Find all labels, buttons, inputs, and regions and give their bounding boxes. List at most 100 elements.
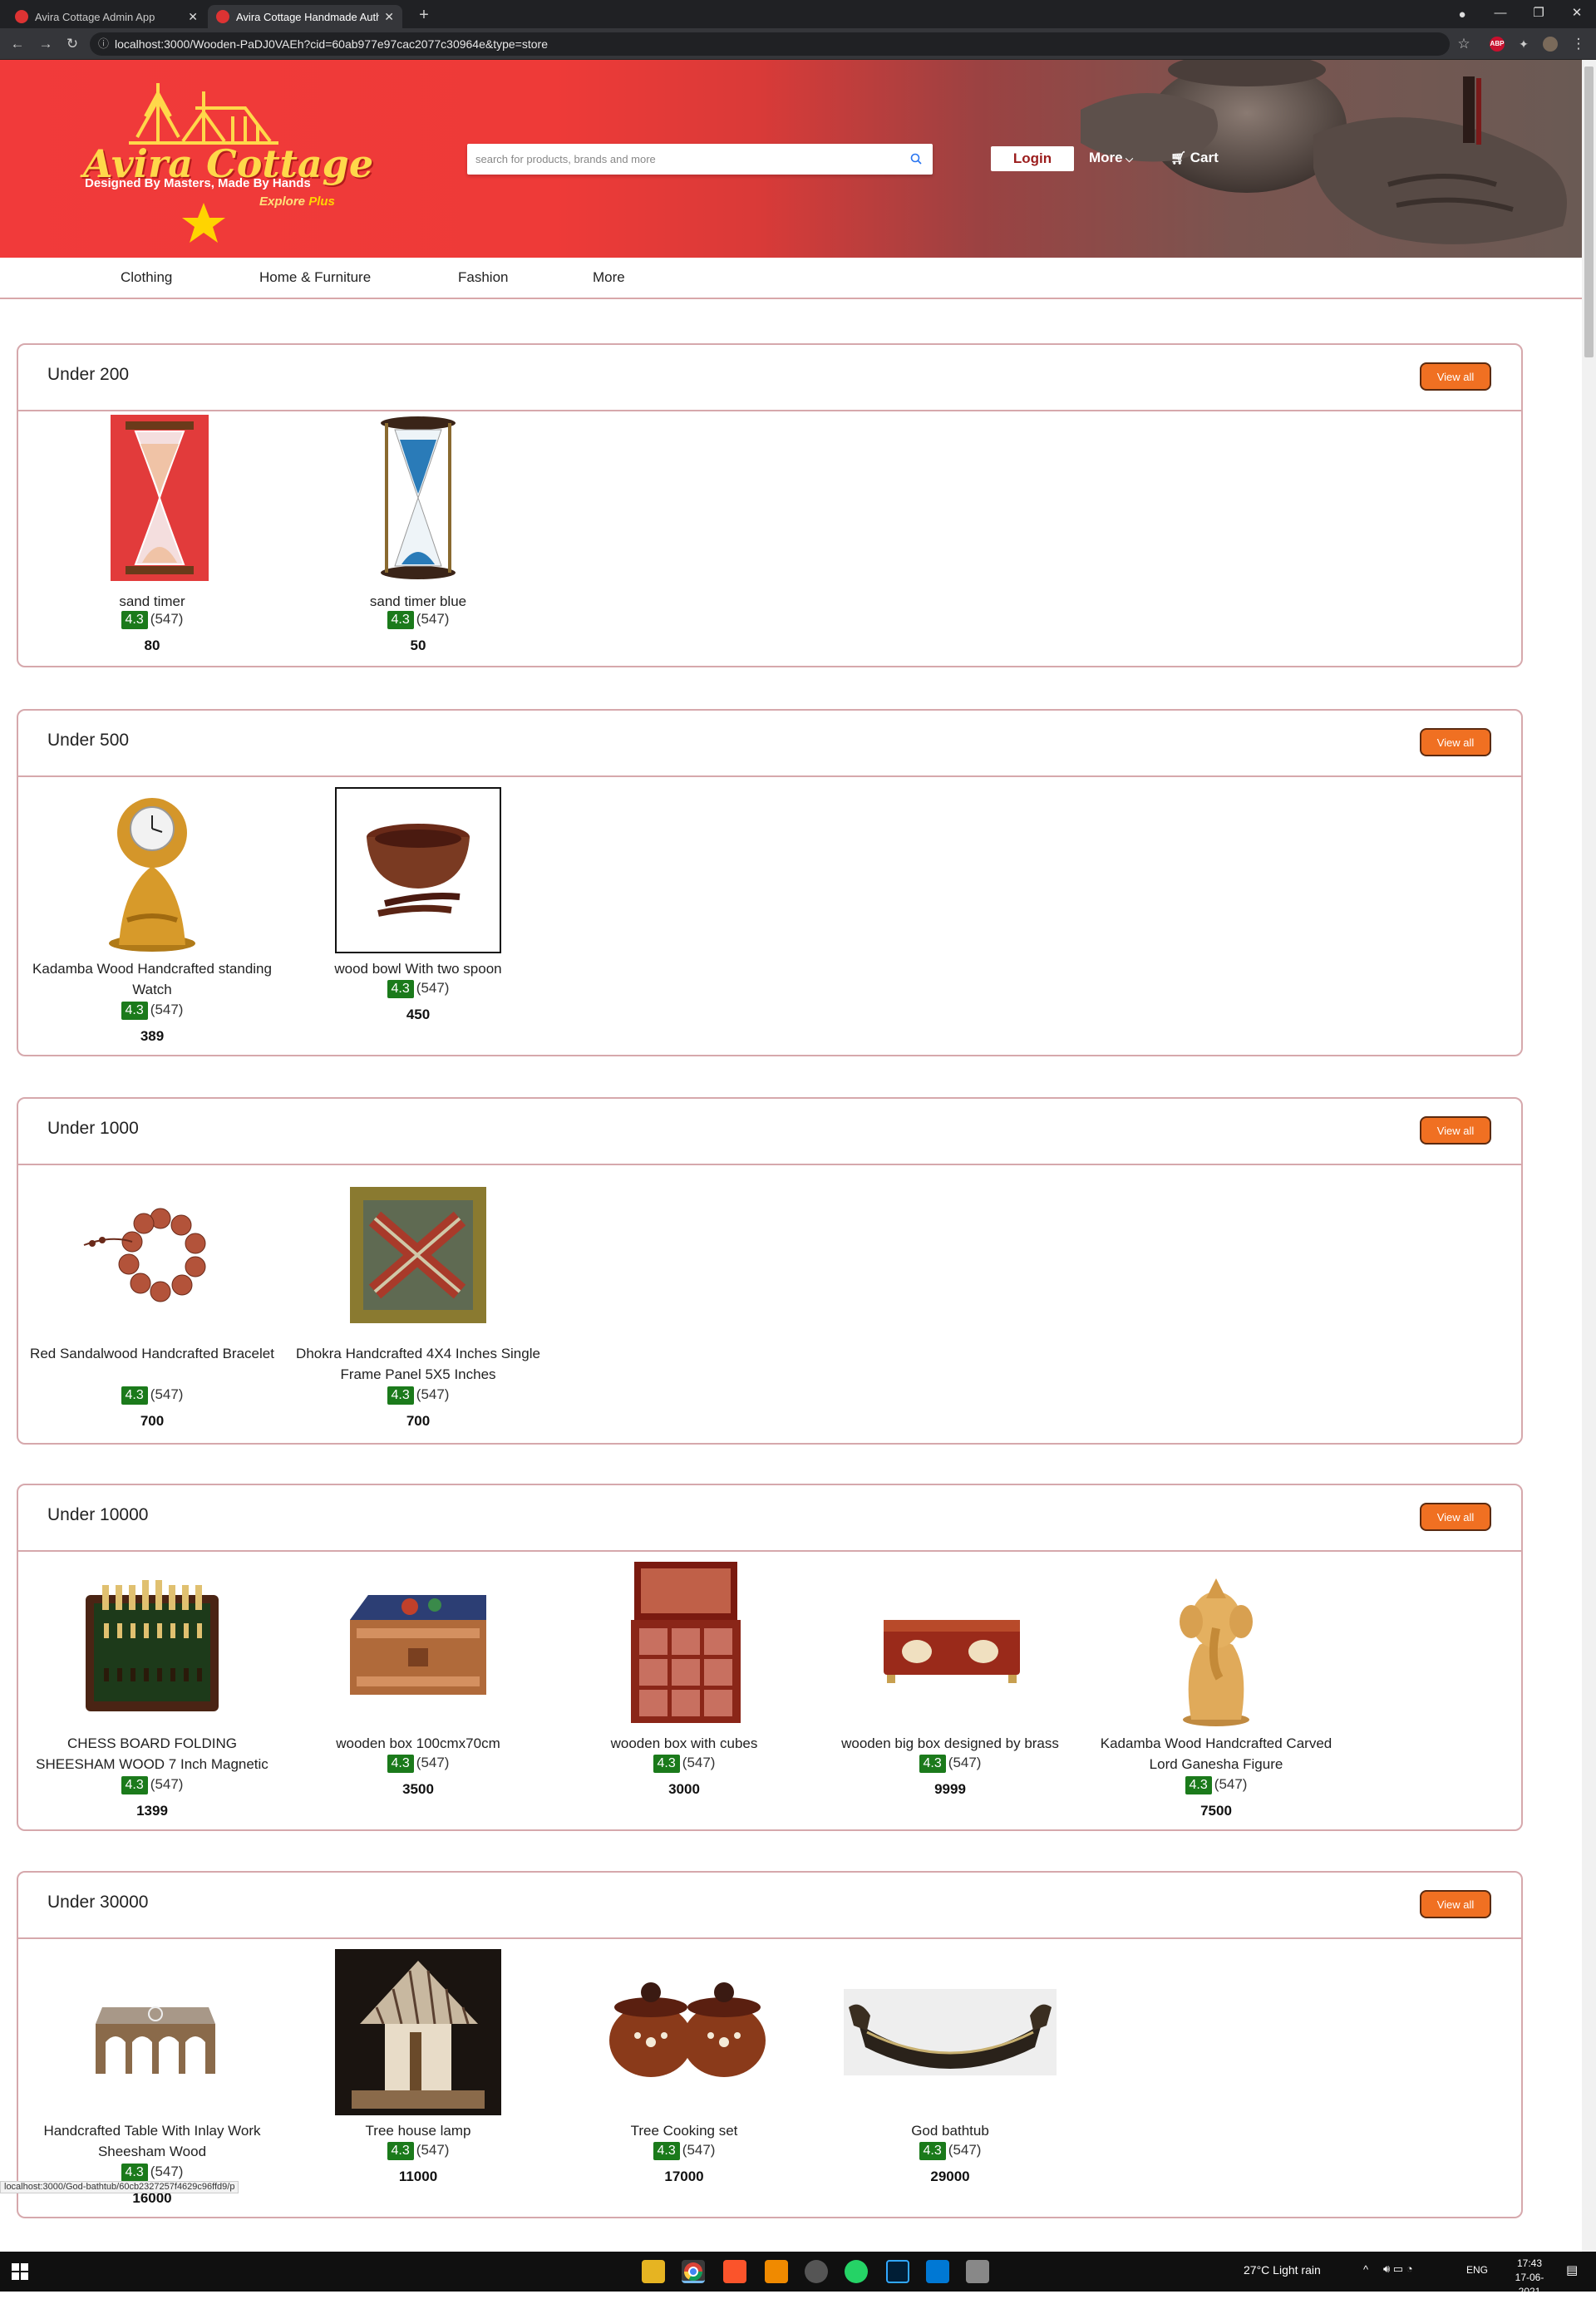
product-name[interactable]: Kadamba Wood Handcrafted standing Watch (27, 958, 277, 1000)
nav-home-furniture[interactable]: Home & Furniture (259, 269, 371, 286)
product-card[interactable]: Red Sandalwood Handcrafted Bracelet 4.3(… (27, 1185, 277, 1443)
product-image-brass-box[interactable] (867, 1562, 1033, 1728)
search-input[interactable] (467, 144, 899, 175)
explore-plus-link[interactable]: Explore Plus (259, 194, 335, 209)
photoshop-icon[interactable] (886, 2260, 909, 2283)
page-scrollbar[interactable] (1582, 60, 1596, 2252)
weather-widget[interactable]: 27°C Light rain (1244, 2263, 1321, 2277)
product-card[interactable]: CHESS BOARD FOLDING SHEESHAM WOOD 7 Inch… (27, 1562, 277, 1828)
windows-start-icon[interactable] (12, 2263, 28, 2280)
browser-menu-icon[interactable]: ⋮ (1569, 35, 1588, 53)
product-name[interactable]: Tree house lamp (293, 2120, 543, 2141)
product-name[interactable]: Handcrafted Table With Inlay Work Sheesh… (27, 2120, 277, 2162)
address-bar[interactable]: ⓘ localhost:3000/Wooden-PaDJ0VAEh?cid=60… (90, 32, 1450, 56)
view-all-button[interactable]: View all (1420, 1503, 1491, 1531)
extensions-puzzle-icon[interactable]: ✦ (1515, 35, 1533, 53)
product-name[interactable]: wood bowl With two spoon (293, 958, 543, 979)
new-tab-button[interactable]: + (414, 5, 434, 25)
tab-title: Avira Cottage Admin App (35, 10, 155, 23)
product-card[interactable]: sand timer blue 4.3 (547) 50 (293, 415, 543, 664)
tray-system-icons[interactable]: 🔊︎ ▭ ◔ (1383, 2262, 1413, 2276)
product-card[interactable]: wood bowl With two spoon 4.3 (547) 450 (293, 787, 543, 1053)
minimize-icon[interactable]: — (1481, 0, 1520, 28)
product-name[interactable]: Kadamba Wood Handcrafted Carved Lord Gan… (1091, 1733, 1341, 1775)
nav-fashion[interactable]: Fashion (458, 269, 508, 286)
product-name[interactable]: sand timer (27, 591, 277, 612)
vscode-icon[interactable] (926, 2260, 949, 2283)
site-info-icon[interactable]: ⓘ (98, 32, 109, 56)
product-card[interactable]: Tree house lamp 4.3 (547) 11000 (293, 1949, 543, 2215)
product-image-sandalwood-bracelet[interactable] (69, 1185, 235, 1327)
section-header: Under 1000 View all (18, 1099, 1521, 1165)
view-all-button[interactable]: View all (1420, 728, 1491, 756)
product-name[interactable]: wooden big box designed by brass (825, 1733, 1075, 1754)
product-image-box-with-cubes[interactable] (601, 1562, 767, 1728)
chrome-icon[interactable] (682, 2260, 705, 2283)
profile-avatar[interactable] (1543, 37, 1558, 52)
product-card[interactable]: wooden box 100cmx70cm 4.3 (547) 3500 (293, 1562, 543, 1828)
view-all-button[interactable]: View all (1420, 362, 1491, 391)
product-card[interactable]: wooden big box designed by brass 4.3 (547… (825, 1562, 1075, 1828)
input-language[interactable]: ENG (1466, 2264, 1488, 2276)
scrollbar-thumb[interactable] (1584, 66, 1594, 357)
product-card[interactable]: Handcrafted Table With Inlay Work Sheesh… (27, 1949, 277, 2215)
restore-icon[interactable]: ❐ (1520, 0, 1558, 28)
vlc-icon[interactable] (765, 2260, 788, 2283)
nav-more[interactable]: More (593, 269, 625, 286)
view-all-button[interactable]: View all (1420, 1116, 1491, 1145)
product-image-god-bathtub[interactable] (842, 1949, 1058, 2115)
cart-link[interactable]: 🛒︎ Cart (1170, 150, 1219, 166)
product-name[interactable]: God bathtub (825, 2120, 1075, 2141)
product-name[interactable]: wooden box with cubes (559, 1733, 809, 1754)
adblock-extension-icon[interactable]: ABP (1490, 37, 1505, 52)
product-image-chess-board[interactable] (69, 1562, 235, 1728)
system-clock[interactable]: 17:43 17-06-2021 (1505, 2257, 1554, 2299)
browser-tab-store[interactable]: Avira Cottage Handmade Authen ✕ (208, 5, 402, 28)
nav-clothing[interactable]: Clothing (121, 269, 172, 286)
product-name[interactable]: CHESS BOARD FOLDING SHEESHAM WOOD 7 Inch… (27, 1733, 277, 1775)
browser-tab-admin[interactable]: Avira Cottage Admin App ✕ (7, 5, 206, 28)
product-name[interactable]: Red Sandalwood Handcrafted Bracelet (27, 1343, 277, 1385)
product-image-tree-cooking-set[interactable] (601, 1949, 767, 2115)
forward-icon[interactable]: → (37, 35, 55, 53)
product-card[interactable]: Kadamba Wood Handcrafted Carved Lord Gan… (1091, 1562, 1341, 1828)
view-all-button[interactable]: View all (1420, 1890, 1491, 1918)
notifications-icon[interactable]: ▤ (1566, 2262, 1578, 2277)
product-name[interactable]: Tree Cooking set (559, 2120, 809, 2141)
product-image-dhokra-frame[interactable] (335, 1185, 501, 1327)
product-name[interactable]: Dhokra Handcrafted 4X4 Inches Single Fra… (293, 1343, 543, 1385)
close-window-icon[interactable]: ✕ (1558, 0, 1596, 28)
review-count: (547) (150, 2164, 184, 2179)
media-app-icon[interactable] (805, 2260, 828, 2283)
tray-chevron-icon[interactable]: ^ (1363, 2263, 1368, 2276)
product-card[interactable]: sand timer 4.3 (547) 80 (27, 415, 277, 664)
brave-browser-icon[interactable] (723, 2260, 746, 2283)
product-card[interactable]: wooden box with cubes 4.3 (547) 3000 (559, 1562, 809, 1828)
whatsapp-icon[interactable] (845, 2260, 868, 2283)
product-card[interactable]: Kadamba Wood Handcrafted standing Watch … (27, 787, 277, 1053)
product-card[interactable]: God bathtub 4.3 (547) 29000 (825, 1949, 1075, 2215)
search-icon[interactable] (909, 152, 923, 165)
dev-tool-icon[interactable] (966, 2260, 989, 2283)
product-image-sand-timer-blue[interactable] (335, 415, 501, 581)
reload-icon[interactable]: ↻ (63, 35, 81, 53)
product-image-wood-watch[interactable] (69, 787, 235, 953)
file-explorer-icon[interactable] (642, 2260, 665, 2283)
bookmark-star-icon[interactable]: ☆ (1455, 35, 1473, 53)
product-image-wood-bowl[interactable] (335, 787, 501, 953)
product-card[interactable]: Dhokra Handcrafted 4X4 Inches Single Fra… (293, 1185, 543, 1443)
product-image-ganesha-figure[interactable] (1133, 1562, 1299, 1728)
close-tab-icon[interactable]: ✕ (384, 10, 394, 24)
product-image-inlay-table[interactable] (69, 1949, 235, 2115)
login-button[interactable]: Login (991, 146, 1074, 171)
product-card[interactable]: Tree Cooking set 4.3 (547) 17000 (559, 1949, 809, 2215)
more-dropdown[interactable]: More ⌵ (1089, 150, 1133, 166)
profile-menu-icon[interactable]: ● (1443, 2, 1481, 30)
product-name[interactable]: wooden box 100cmx70cm (293, 1733, 543, 1754)
close-tab-icon[interactable]: ✕ (188, 10, 198, 24)
product-name[interactable]: sand timer blue (293, 591, 543, 612)
product-image-tree-house-lamp[interactable] (335, 1949, 501, 2115)
back-icon[interactable]: ← (8, 35, 27, 53)
product-image-sand-timer[interactable] (69, 415, 235, 581)
product-image-wooden-box[interactable] (335, 1562, 501, 1728)
